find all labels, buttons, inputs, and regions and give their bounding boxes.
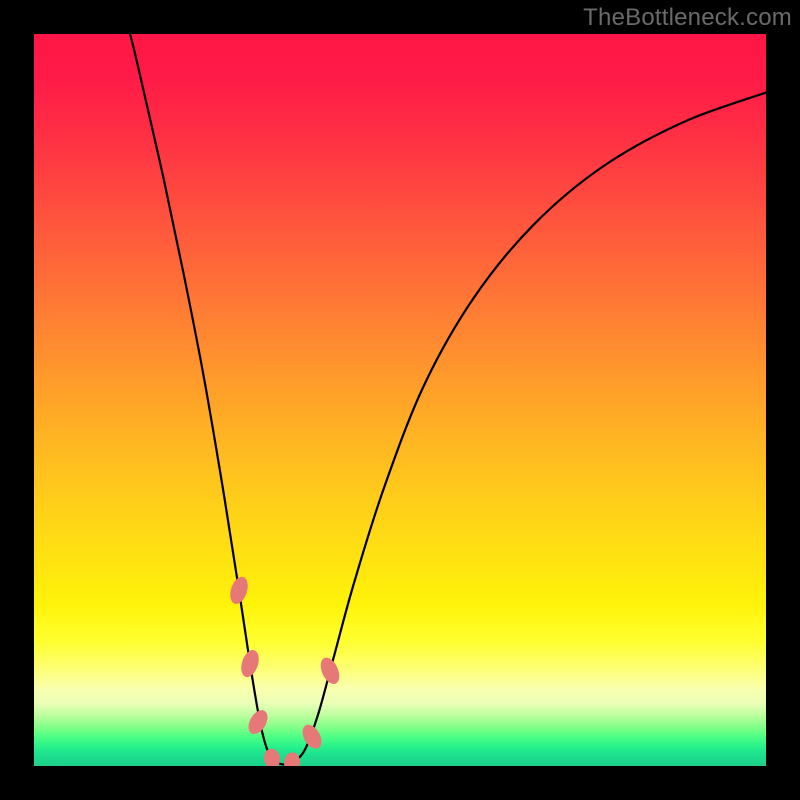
curve-marker <box>283 752 301 766</box>
curve-marker <box>227 575 251 607</box>
curve-marker <box>317 655 343 687</box>
watermark-text: TheBottleneck.com <box>583 4 792 32</box>
chart-svg <box>34 34 766 766</box>
curve-markers <box>227 575 343 766</box>
curve-marker <box>262 747 281 766</box>
curve-marker <box>238 648 262 680</box>
curve-marker <box>299 721 326 752</box>
chart-frame <box>34 34 766 766</box>
curve-marker <box>245 707 272 738</box>
bottleneck-curve <box>124 34 766 765</box>
